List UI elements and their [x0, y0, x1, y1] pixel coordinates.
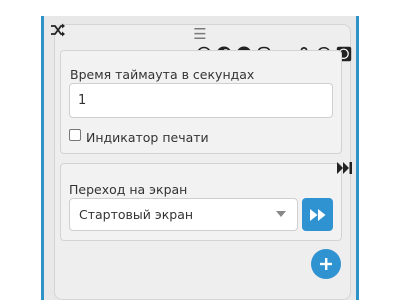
typing-indicator-label: Индикатор печати [86, 130, 209, 145]
screen-select[interactable]: Стартовый экран [69, 198, 298, 231]
drag-handle-icon[interactable]: ☰ [190, 26, 210, 42]
timeout-label: Время таймаута в секундах [70, 67, 255, 82]
shuffle-icon-graphic [51, 23, 65, 37]
plus-icon [320, 258, 332, 270]
fast-forward-end-icon-graphic [337, 162, 352, 174]
transition-label: Переход на экран [69, 182, 188, 197]
chevron-down-icon[interactable] [276, 211, 286, 217]
add-button[interactable] [311, 249, 341, 279]
typing-indicator-checkbox[interactable] [69, 129, 81, 141]
go-to-screen-button[interactable] [302, 198, 333, 231]
fast-forward-icon [309, 208, 325, 221]
shuffle-icon[interactable] [49, 21, 67, 39]
timeout-input[interactable]: 1 [69, 83, 333, 118]
fast-forward-end-icon[interactable] [336, 160, 354, 176]
